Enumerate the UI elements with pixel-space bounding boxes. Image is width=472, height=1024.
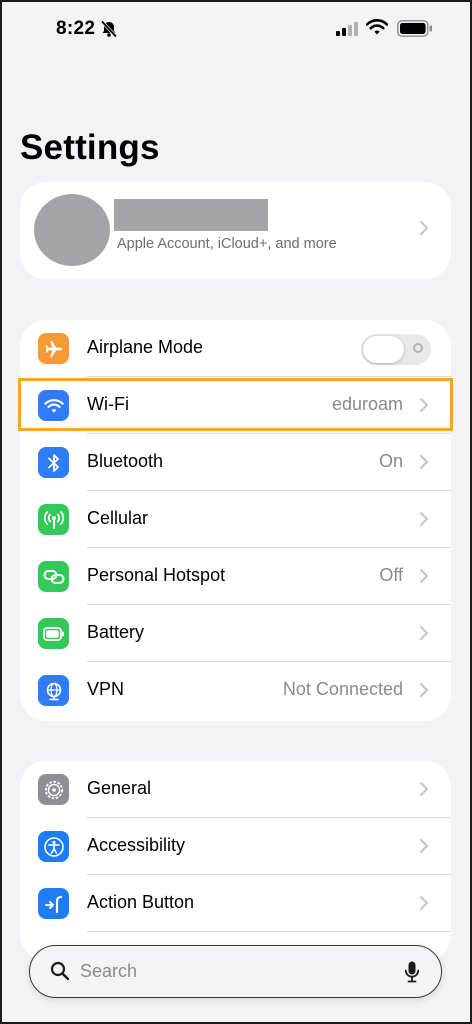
- search-bar[interactable]: Search: [29, 945, 442, 998]
- settings-row-wifi[interactable]: Wi-Fi eduroam: [20, 377, 451, 434]
- settings-row-bluetooth[interactable]: Bluetooth On: [20, 434, 451, 491]
- search-icon: [50, 961, 70, 981]
- chevron-right-icon: [420, 896, 428, 910]
- chevron-right-icon: [420, 398, 428, 412]
- chevron-right-icon: [420, 569, 428, 583]
- row-label: Bluetooth: [87, 451, 164, 471]
- avatar: [34, 194, 110, 266]
- airplane-mode-toggle[interactable]: [361, 334, 431, 365]
- settings-row-vpn[interactable]: VPN Not Connected: [20, 662, 451, 719]
- general-group: General Accessibility Action Button: [20, 761, 451, 961]
- status-time: 8:22: [56, 18, 96, 39]
- airplane-icon: [38, 333, 69, 364]
- settings-row-battery[interactable]: Battery: [20, 605, 451, 662]
- row-value: Off: [379, 565, 403, 585]
- account-name-redacted: [114, 199, 268, 231]
- row-label: Wi-Fi: [87, 394, 129, 414]
- row-label: Personal Hotspot: [87, 565, 226, 585]
- toggle-off-indicator: [413, 343, 423, 353]
- status-bar: 8:22: [0, 0, 472, 60]
- settings-row-personal-hotspot[interactable]: Personal Hotspot Off: [20, 548, 451, 605]
- row-label: VPN: [87, 679, 125, 699]
- chevron-right-icon: [420, 683, 428, 697]
- row-label: Battery: [87, 622, 145, 642]
- settings-row-cellular[interactable]: Cellular: [20, 491, 451, 548]
- gear-icon: [38, 774, 69, 805]
- page-title: Settings: [20, 128, 160, 167]
- chevron-right-icon: [420, 626, 428, 640]
- battery-icon: [38, 618, 69, 649]
- accessibility-icon: [38, 831, 69, 862]
- row-value: On: [378, 451, 403, 471]
- row-label: Airplane Mode: [87, 337, 204, 357]
- silent-bell-icon: [100, 20, 118, 38]
- cellular-signal-icon: [336, 22, 358, 36]
- globe-icon: [38, 675, 69, 706]
- search-placeholder: Search: [80, 961, 138, 981]
- chevron-right-icon: [420, 221, 428, 235]
- account-subtitle: Apple Account, iCloud+, and more: [117, 236, 337, 252]
- connectivity-group: Airplane Mode Wi-Fi eduroam Bluetooth On: [20, 320, 451, 721]
- wifi-status-icon: [366, 19, 388, 35]
- antenna-icon: [38, 504, 69, 535]
- row-label: Cellular: [87, 508, 149, 528]
- row-value: Not Connected: [282, 679, 403, 699]
- wifi-icon: [38, 390, 69, 421]
- battery-status-icon: [397, 20, 432, 37]
- chevron-right-icon: [420, 455, 428, 469]
- row-separator: [87, 931, 451, 932]
- chevron-right-icon: [420, 782, 428, 796]
- microphone-icon[interactable]: [404, 960, 420, 984]
- bluetooth-icon: [38, 447, 69, 478]
- account-card[interactable]: Apple Account, iCloud+, and more: [20, 182, 451, 279]
- row-value: eduroam: [331, 394, 403, 414]
- settings-row-accessibility[interactable]: Accessibility: [20, 818, 451, 875]
- settings-row-action-button[interactable]: Action Button: [20, 875, 451, 932]
- settings-row-general[interactable]: General: [20, 761, 451, 818]
- action-button-icon: [38, 888, 69, 919]
- toggle-knob: [363, 336, 404, 363]
- row-label: Action Button: [87, 892, 195, 912]
- settings-row-airplane-mode[interactable]: Airplane Mode: [20, 320, 451, 377]
- link-icon: [38, 561, 69, 592]
- chevron-right-icon: [420, 512, 428, 526]
- row-label: General: [87, 778, 152, 798]
- row-label: Accessibility: [87, 835, 186, 855]
- chevron-right-icon: [420, 839, 428, 853]
